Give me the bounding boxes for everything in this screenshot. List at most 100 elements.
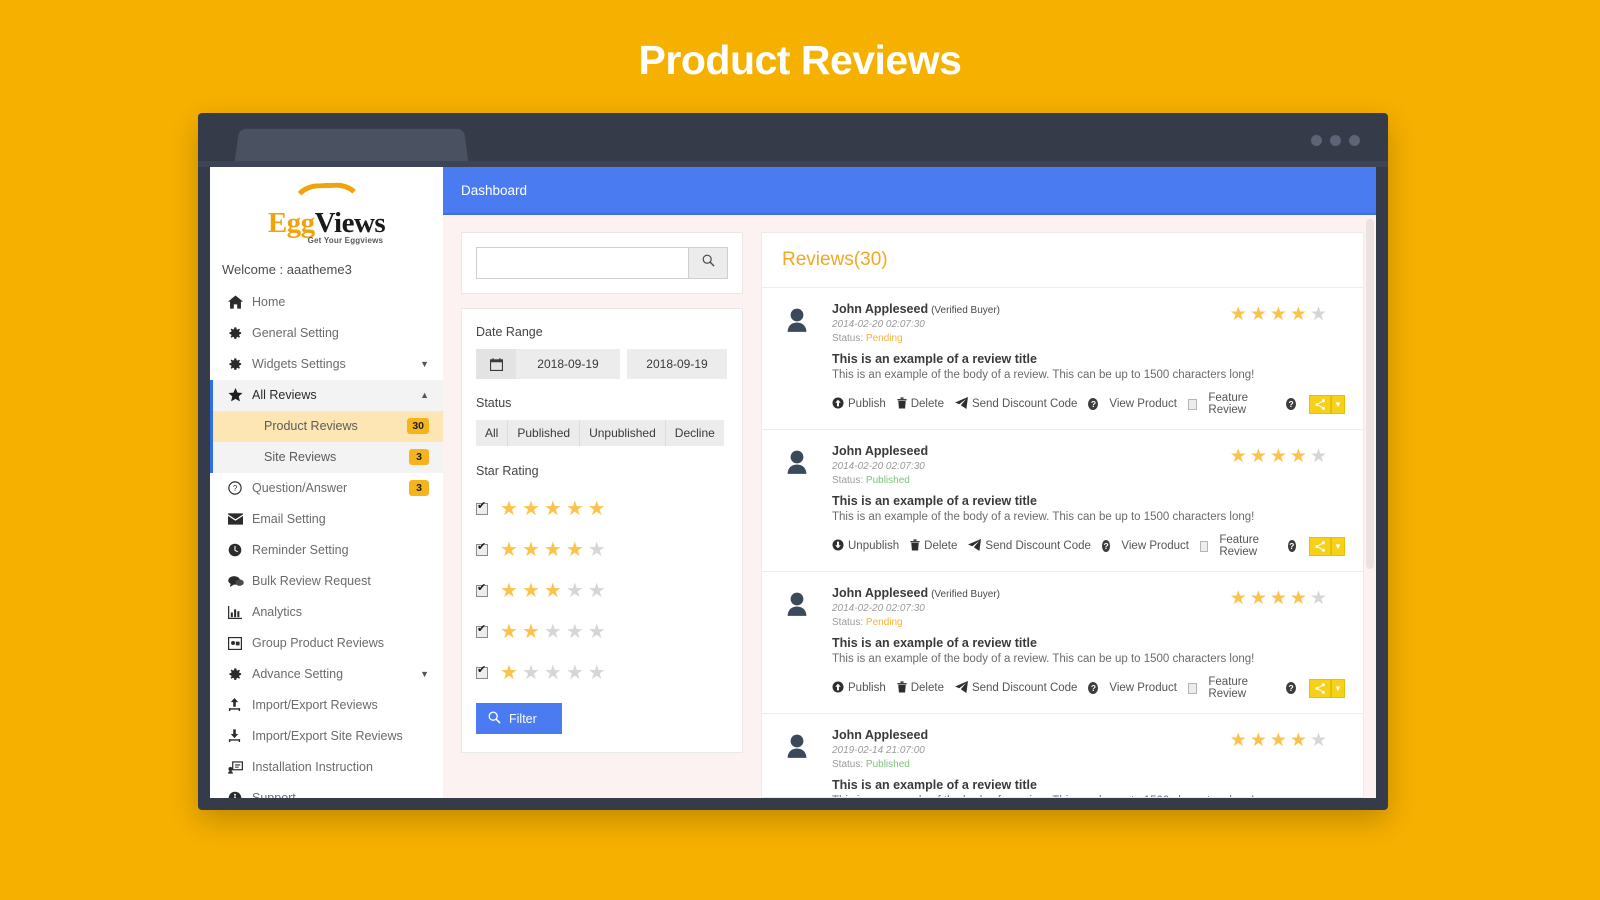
status-filter-group: All Published Unpublished Decline xyxy=(476,420,724,446)
chevron-down-icon[interactable]: ▼ xyxy=(420,359,429,369)
delete-label: Delete xyxy=(910,682,944,694)
sidebar-item-import-export-reviews[interactable]: Import/Export Reviews xyxy=(210,690,443,721)
sidebar-item-support[interactable]: Support xyxy=(210,783,443,798)
window-controls[interactable] xyxy=(1311,135,1360,146)
view-product-link[interactable]: View Product xyxy=(1109,398,1177,410)
sidebar-item-site-reviews[interactable]: Site Reviews 3 xyxy=(210,441,443,473)
search-button[interactable] xyxy=(688,247,728,279)
star-filter-row-3[interactable]: ★ ★ ★ ★ ★ xyxy=(476,570,728,611)
feature-review-checkbox[interactable] xyxy=(1187,398,1198,410)
sidebar-item-label: Question/Answer xyxy=(252,481,348,496)
date-to-field[interactable]: 2018-09-19 xyxy=(627,349,727,379)
filter-button-label: Filter xyxy=(509,711,537,726)
help-icon[interactable]: ? xyxy=(1101,540,1111,552)
sidebar-item-home[interactable]: Home xyxy=(210,287,443,318)
share-dropdown-button[interactable]: ▼ xyxy=(1331,678,1346,698)
chevron-up-icon[interactable]: ▲ xyxy=(420,390,429,400)
welcome-text: Welcome : aaatheme3 xyxy=(222,261,352,277)
star-icon: ★ xyxy=(500,579,518,602)
review-title: This is an example of a review title xyxy=(832,778,1037,792)
avatar xyxy=(780,586,832,700)
star-filter-checkbox[interactable] xyxy=(476,501,488,515)
verified-buyer-label: (Verified Buyer) xyxy=(931,305,1001,316)
delete-button[interactable]: Delete xyxy=(910,538,957,554)
status-option-published[interactable]: Published xyxy=(508,420,581,446)
window-dot-icon[interactable] xyxy=(1349,135,1360,146)
share-dropdown-button[interactable]: ▼ xyxy=(1331,536,1346,556)
sidebar-item-installation-instruction[interactable]: Installation Instruction xyxy=(210,752,443,783)
star-filter-checkbox[interactable] xyxy=(476,624,488,638)
status-option-all[interactable]: All xyxy=(476,420,509,446)
review-author-name: John Appleseed xyxy=(832,728,929,742)
sidebar-item-question-answer[interactable]: ? Question/Answer 3 xyxy=(210,473,443,504)
star-filter-row-5[interactable]: ★ ★ ★ ★ ★ xyxy=(476,488,728,529)
calendar-icon xyxy=(476,349,516,379)
feature-review-checkbox[interactable] xyxy=(1187,682,1198,694)
review-item: John Appleseed (Verified Buyer) 2014-02-2… xyxy=(762,288,1363,430)
avatar xyxy=(780,302,832,416)
search-input[interactable] xyxy=(476,247,688,279)
sidebar-badge-question-answer: 3 xyxy=(409,480,429,497)
star-filter-row-4[interactable]: ★ ★ ★ ★ ★ xyxy=(476,529,728,570)
send-discount-code-button[interactable]: Send Discount Code xyxy=(968,538,1091,554)
sidebar-item-reminder-setting[interactable]: Reminder Setting xyxy=(210,535,443,566)
sidebar-badge-site-reviews: 3 xyxy=(409,449,429,466)
help-icon[interactable]: ? xyxy=(1088,398,1099,410)
sidebar-item-widgets-settings[interactable]: Widgets Settings ▼ xyxy=(210,349,443,380)
feature-review-checkbox[interactable] xyxy=(1199,540,1209,552)
publish-icon xyxy=(832,396,844,412)
delete-button[interactable]: Delete xyxy=(897,680,944,696)
sidebar-item-general-setting[interactable]: General Setting xyxy=(210,318,443,349)
star-filter-checkbox[interactable] xyxy=(476,665,488,679)
star-filter-checkbox[interactable] xyxy=(476,542,488,556)
sidebar-item-bulk-review-request[interactable]: Bulk Review Request xyxy=(210,566,443,597)
star-filter-checkbox[interactable] xyxy=(476,583,488,597)
delete-button[interactable]: Delete xyxy=(897,396,944,412)
status-badge: Pending xyxy=(865,333,903,344)
view-product-link[interactable]: View Product xyxy=(1121,540,1189,552)
gear-icon xyxy=(228,667,252,681)
sidebar-item-import-export-site-reviews[interactable]: Import/Export Site Reviews xyxy=(210,721,443,752)
logo[interactable]: EggViews Get Your Eggviews xyxy=(210,167,443,254)
status-option-decline[interactable]: Decline xyxy=(666,420,724,446)
star-filter-row-1[interactable]: ★ ★ ★ ★ ★ xyxy=(476,652,728,693)
publish-icon xyxy=(832,680,844,696)
share-dropdown-button[interactable]: ▼ xyxy=(1331,394,1346,414)
review-rating: ★ ★ ★ ★ ★ xyxy=(1230,305,1327,324)
status-option-unpublished[interactable]: Unpublished xyxy=(580,420,666,446)
star-icon: ★ xyxy=(1249,446,1267,467)
sidebar-item-advance-setting[interactable]: Advance Setting ▼ xyxy=(210,659,443,690)
group-icon xyxy=(228,636,252,650)
unpublish-button[interactable]: Unpublish xyxy=(832,538,899,554)
filter-button[interactable]: Filter xyxy=(476,703,562,734)
date-from-field[interactable]: 2018-09-19 xyxy=(476,349,620,379)
star-rating-label: Star Rating xyxy=(476,464,539,478)
sidebar-item-product-reviews[interactable]: Product Reviews 30 xyxy=(210,410,443,442)
help-icon[interactable]: ? xyxy=(1286,398,1297,410)
share-button[interactable] xyxy=(1309,394,1332,414)
share-button[interactable] xyxy=(1309,536,1332,556)
send-discount-code-button[interactable]: Send Discount Code xyxy=(955,396,1077,412)
star-icon: ★ xyxy=(521,661,540,684)
star-filter-row-2[interactable]: ★ ★ ★ ★ ★ xyxy=(476,611,728,652)
window-dot-icon[interactable] xyxy=(1330,135,1341,146)
help-icon[interactable]: ? xyxy=(1286,682,1297,694)
review-title: This is an example of a review title xyxy=(832,494,1037,508)
search-icon xyxy=(488,711,501,727)
send-discount-code-button[interactable]: Send Discount Code xyxy=(955,680,1077,696)
sidebar-item-analytics[interactable]: Analytics xyxy=(210,597,443,628)
sidebar-item-all-reviews[interactable]: All Reviews ▲ xyxy=(210,379,443,411)
chevron-down-icon[interactable]: ▼ xyxy=(420,669,429,679)
publish-button[interactable]: Publish xyxy=(832,680,886,696)
review-status: Status: Pending xyxy=(832,333,1345,344)
share-button[interactable] xyxy=(1309,678,1332,698)
help-icon[interactable]: ? xyxy=(1287,540,1297,552)
publish-button[interactable]: Publish xyxy=(832,396,886,412)
sidebar-item-email-setting[interactable]: Email Setting xyxy=(210,504,443,535)
help-icon[interactable]: ? xyxy=(1088,682,1099,694)
logo-secondary: Views xyxy=(314,207,386,239)
view-product-link[interactable]: View Product xyxy=(1109,682,1177,694)
scrollbar-thumb[interactable] xyxy=(1366,219,1374,569)
window-dot-icon[interactable] xyxy=(1311,135,1322,146)
sidebar-item-group-product-reviews[interactable]: Group Product Reviews xyxy=(210,628,443,659)
